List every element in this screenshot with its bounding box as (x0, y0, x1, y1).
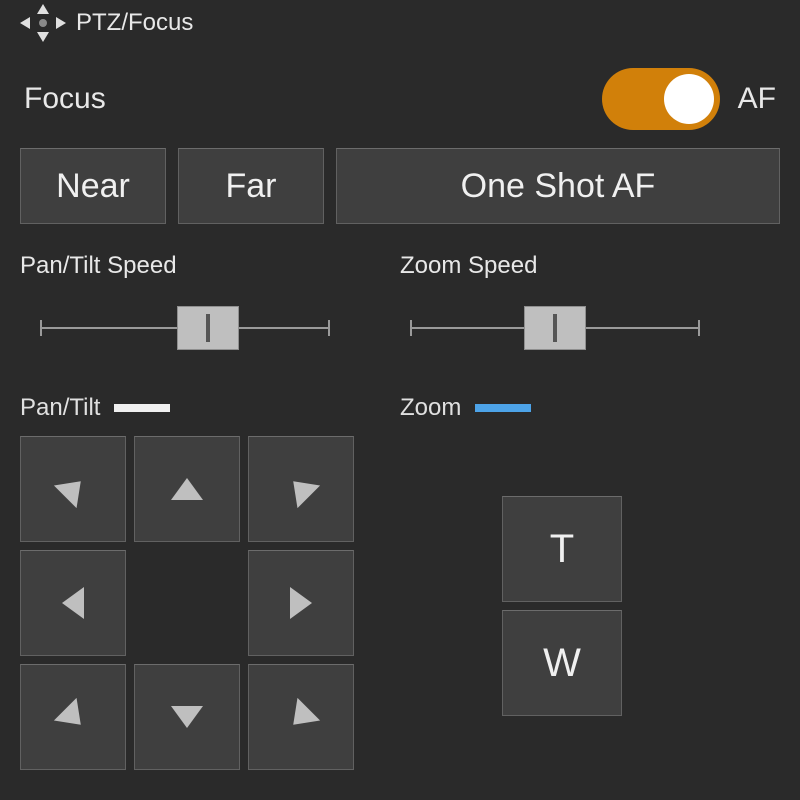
panel-header: PTZ/Focus (20, 0, 780, 68)
af-toggle[interactable] (602, 68, 720, 130)
ptz-diamond-icon (20, 6, 66, 40)
zoom-speed-slider[interactable] (410, 302, 700, 354)
pan-down-right-button[interactable] (248, 664, 354, 770)
focus-toggle-group: AF (602, 68, 776, 130)
zoom-wide-button[interactable]: W (502, 610, 622, 716)
pan-up-left-button[interactable] (20, 436, 126, 542)
pan-zoom-label-row: Pan/Tilt Zoom (20, 394, 780, 422)
pan-tilt-speed-label: Pan/Tilt Speed (20, 252, 400, 280)
focus-label: Focus (24, 82, 106, 116)
arrow-up-right-icon (282, 470, 320, 508)
zoom-buttons: T W (502, 496, 622, 716)
pan-tilt-label: Pan/Tilt (20, 394, 100, 422)
pan-down-button[interactable] (134, 664, 240, 770)
dpad-center-empty (134, 550, 240, 656)
pan-up-right-button[interactable] (248, 436, 354, 542)
panel-title: PTZ/Focus (76, 9, 193, 37)
pan-tilt-indicator: Pan/Tilt (20, 394, 400, 422)
slider-handle[interactable] (177, 306, 239, 350)
zoom-indicator: Zoom (400, 394, 780, 422)
pan-left-button[interactable] (20, 550, 126, 656)
pan-up-button[interactable] (134, 436, 240, 542)
arrow-up-left-icon (54, 470, 92, 508)
af-label: AF (738, 82, 776, 116)
focus-row: Focus AF (20, 68, 780, 148)
arrow-left-icon (62, 587, 84, 619)
toggle-knob (664, 74, 714, 124)
pan-tilt-indicator-bar (114, 404, 170, 412)
pan-tilt-speed-slider[interactable] (40, 302, 330, 354)
pan-down-left-button[interactable] (20, 664, 126, 770)
focus-button-row: Near Far One Shot AF (20, 148, 780, 224)
pan-tilt-dpad (20, 436, 354, 770)
arrow-right-icon (290, 587, 312, 619)
ptz-focus-panel: PTZ/Focus Focus AF Near Far One Shot AF … (0, 0, 800, 790)
slider-handle[interactable] (524, 306, 586, 350)
arrow-down-right-icon (282, 698, 320, 736)
zoom-label: Zoom (400, 394, 461, 422)
pan-tilt-speed-group: Pan/Tilt Speed (20, 252, 400, 354)
zoom-speed-label: Zoom Speed (400, 252, 780, 280)
one-shot-af-button[interactable]: One Shot AF (336, 148, 780, 224)
zoom-tele-button[interactable]: T (502, 496, 622, 602)
speed-sliders-row: Pan/Tilt Speed Zoom Speed (20, 252, 780, 354)
arrow-up-icon (171, 478, 203, 500)
focus-far-button[interactable]: Far (178, 148, 324, 224)
pan-right-button[interactable] (248, 550, 354, 656)
zoom-indicator-bar (475, 404, 531, 412)
controls-row: T W (20, 436, 780, 770)
focus-near-button[interactable]: Near (20, 148, 166, 224)
arrow-down-icon (171, 706, 203, 728)
arrow-down-left-icon (54, 698, 92, 736)
zoom-speed-group: Zoom Speed (400, 252, 780, 354)
